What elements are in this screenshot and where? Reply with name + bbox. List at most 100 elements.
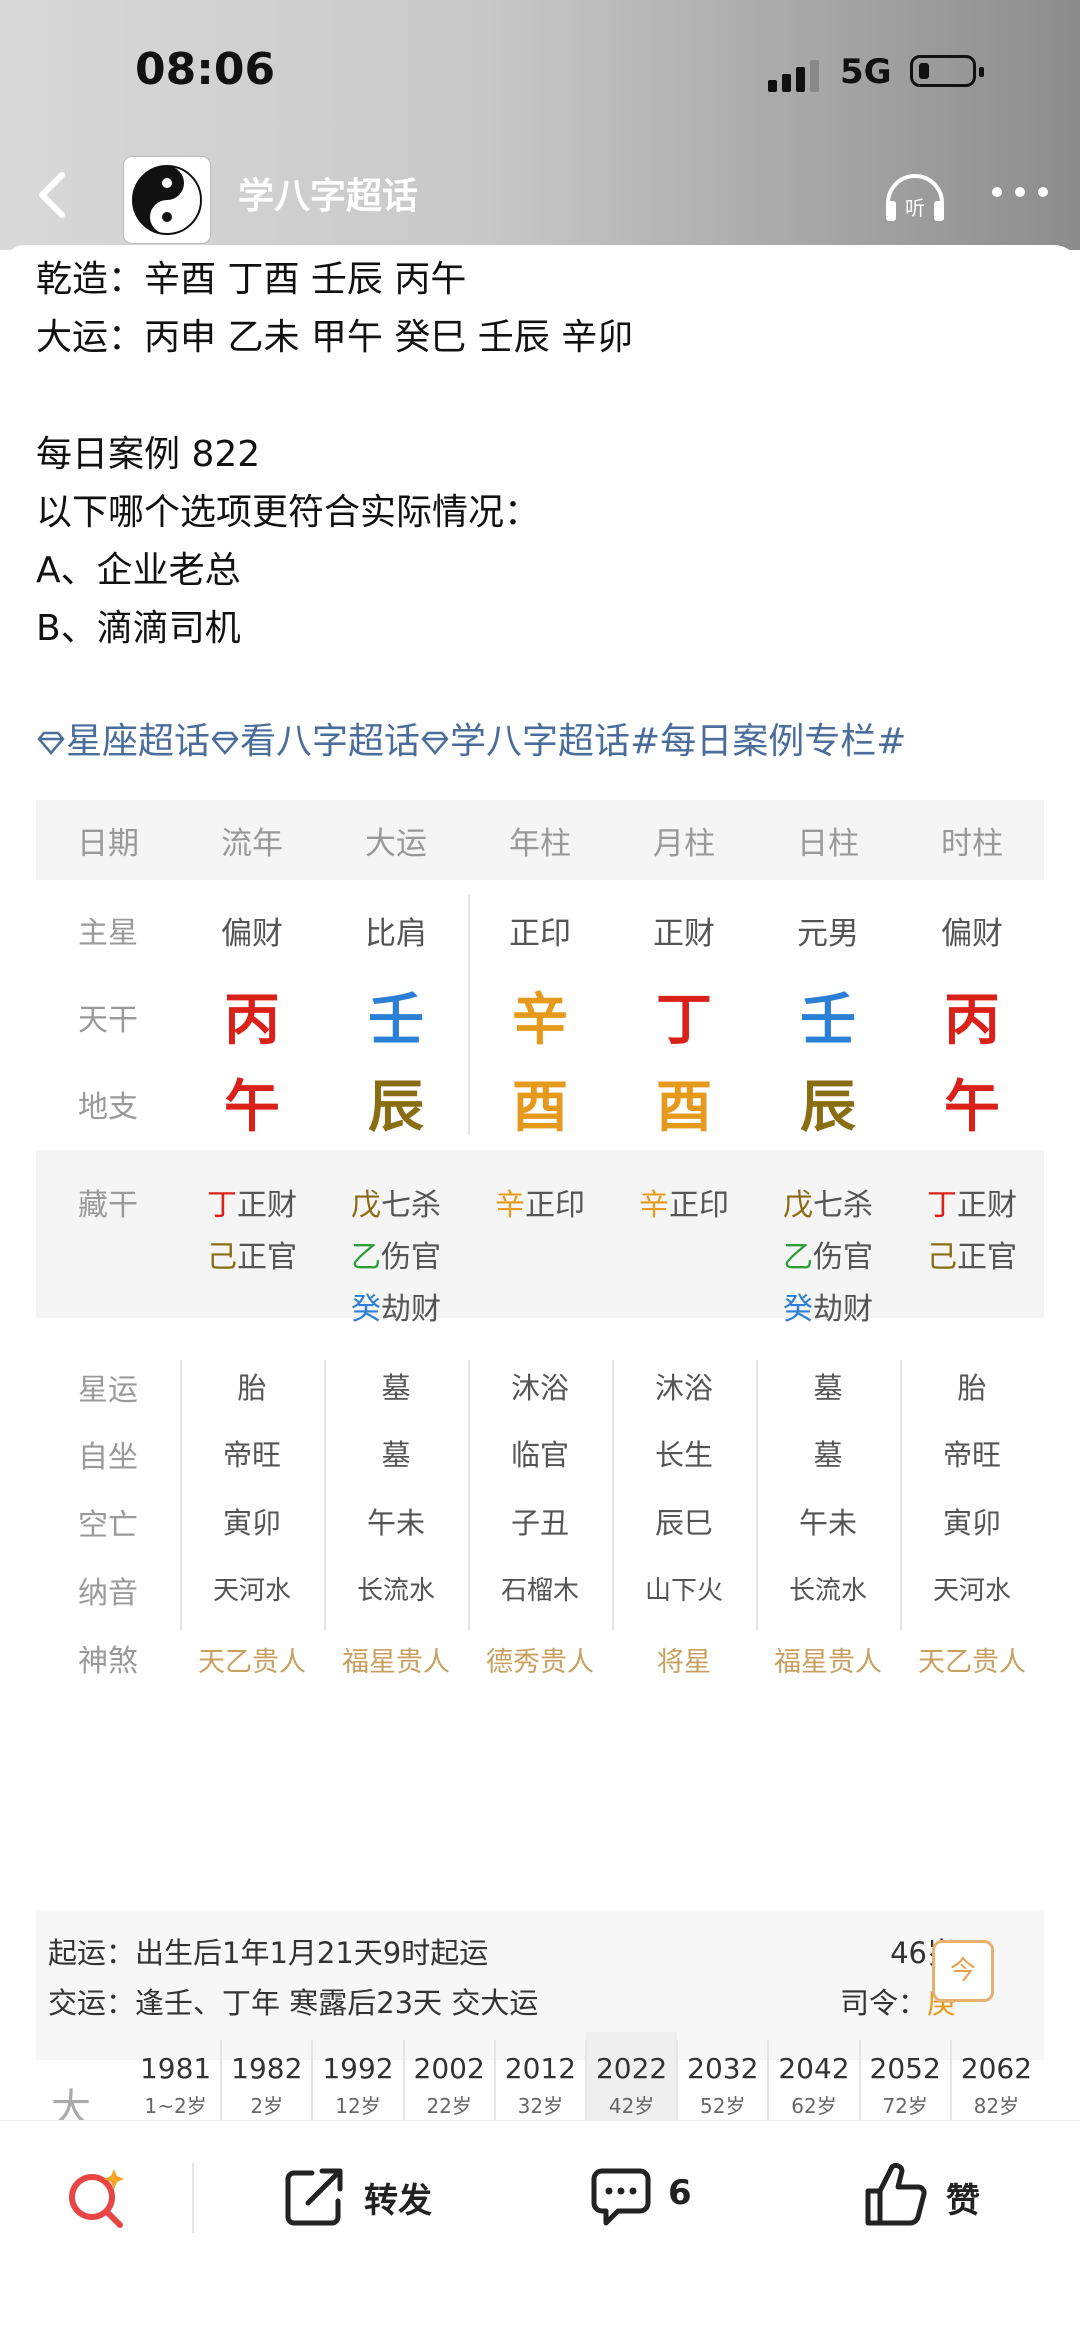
canggan-stem: 丁 (207, 1188, 237, 1223)
xingyun-cell: 胎 (237, 1371, 267, 1405)
today-calendar-icon[interactable]: 今 (932, 1940, 994, 2002)
comment-count[interactable]: 6 (668, 2173, 692, 2213)
dizhi-cell: 午 (944, 1075, 1000, 1140)
canggan-item: 辛正印 (612, 1180, 756, 1224)
canggan-shishen: 正财 (237, 1188, 297, 1223)
nayin-cell: 长流水 (356, 1576, 435, 1606)
canggan-stem: 戊 (351, 1188, 381, 1223)
zizuo-cell: 帝旺 (942, 1438, 1001, 1472)
search-ai-icon[interactable] (62, 2163, 132, 2233)
nayin-cell: 天河水 (212, 1576, 291, 1606)
like-label[interactable]: 赞 (946, 2173, 980, 2222)
yin-yang-icon (132, 165, 202, 235)
zizuo-cell: 临官 (510, 1438, 569, 1472)
diamond-icon (211, 731, 239, 755)
repost-label[interactable]: 转发 (364, 2173, 432, 2222)
bottom-action-bar: 转发 6 赞 (0, 2120, 1080, 2343)
post-line-dayun: 大运：丙申 乙未 甲午 癸巳 壬辰 辛卯 (36, 317, 634, 358)
dayun-year: 2032 (687, 2052, 759, 2085)
kongwang-cell: 子丑 (510, 1506, 569, 1540)
chart-header-5: 日柱 (797, 826, 859, 862)
back-icon[interactable] (28, 167, 78, 223)
dayun-year: 2022 (595, 2052, 668, 2085)
nav-bar: 学八字超话 听 (0, 145, 1080, 245)
column-divider (180, 1360, 182, 1630)
post-option-a: A、企业老总 (36, 550, 241, 591)
canggan-item: 戊七杀 (756, 1180, 900, 1224)
row-label-nayin: 纳音 (78, 1576, 138, 1611)
canggan-item: 癸劫财 (324, 1284, 468, 1328)
column-divider (468, 1360, 470, 1630)
tag-kanbazi[interactable]: 看八字超话 (240, 721, 420, 762)
canggan-item: 癸劫财 (756, 1284, 900, 1328)
dayun-age: 22岁 (426, 2094, 472, 2118)
dayun-age: 42岁 (608, 2094, 655, 2118)
row-label-zizuo: 自坐 (78, 1440, 138, 1475)
xingyun-cell: 沐浴 (510, 1371, 569, 1405)
zizuo-cell: 长生 (654, 1438, 713, 1472)
kongwang-cell: 午未 (798, 1506, 857, 1540)
canggan-shishen: 七杀 (381, 1188, 441, 1223)
canggan-stem: 乙 (351, 1240, 381, 1275)
dayun-year: 1981 (139, 2052, 212, 2085)
chart-header-3: 年柱 (509, 826, 571, 862)
dizhi-cell: 辰 (368, 1075, 424, 1140)
kongwang-cell: 寅卯 (222, 1506, 281, 1540)
dizhi-cell: 辰 (800, 1075, 856, 1140)
tag-xuebazi[interactable]: 学八字超话#每日案例专栏# (450, 721, 906, 762)
super-topic-title[interactable]: 学八字超话 (238, 167, 418, 219)
canggan-item: 戊七杀 (324, 1180, 468, 1224)
signal-icon (768, 58, 822, 92)
canggan-stem: 己 (927, 1240, 957, 1275)
column-divider (324, 1360, 326, 1630)
diamond-icon (37, 731, 65, 755)
chart-header-6: 时柱 (941, 826, 1003, 862)
canggan-shishen: 正官 (237, 1240, 297, 1275)
shensha-cell: 福星贵人 (774, 1647, 882, 1678)
canggan-shishen: 七杀 (813, 1188, 873, 1223)
kongwang-cell: 辰巳 (654, 1506, 713, 1540)
dayun-age: 32岁 (517, 2094, 564, 2118)
dayun-age: 2岁 (250, 2094, 284, 2118)
zhuxing-cell: 比肩 (365, 916, 427, 952)
shensha-cell: 福星贵人 (342, 1647, 450, 1678)
canggan-item: 乙伤官 (324, 1232, 468, 1276)
siling-text: 司令：庚 (786, 1980, 956, 2022)
canggan-shishen: 正印 (525, 1188, 585, 1223)
svg-text:听: 听 (905, 196, 925, 220)
canggan-shishen: 劫财 (381, 1292, 441, 1327)
dizhi-cell: 午 (224, 1075, 280, 1140)
repost-icon[interactable] (282, 2163, 348, 2229)
canggan-item: 辛正印 (468, 1180, 612, 1224)
zizuo-cell: 墓 (381, 1438, 411, 1472)
canggan-stem: 辛 (495, 1188, 525, 1223)
topic-tags: 星座超话 看八字超话 学八字超话#每日案例专栏# (36, 712, 906, 764)
dayun-age: 52岁 (700, 2094, 746, 2118)
column-divider (468, 895, 470, 1135)
canggan-shishen: 正官 (957, 1240, 1017, 1275)
dayun-age: 1~2岁 (144, 2094, 207, 2118)
tag-xingzuo[interactable]: 星座超话 (66, 721, 210, 762)
headphone-listen-icon[interactable]: 听 (880, 163, 950, 227)
status-time: 08:06 (135, 44, 276, 95)
canggan-item: 丁正财 (900, 1180, 1044, 1224)
row-label-canggan: 藏干 (78, 1188, 138, 1223)
more-icon[interactable] (985, 167, 1055, 217)
canggan-stem: 己 (207, 1240, 237, 1275)
dizhi-cell: 酉 (512, 1075, 568, 1140)
canggan-stem: 丁 (927, 1188, 957, 1223)
comment-icon[interactable] (588, 2163, 654, 2229)
battery-icon (910, 55, 984, 87)
dayun-age: 82岁 (973, 2094, 1020, 2118)
divider (192, 2163, 194, 2233)
like-thumb-icon[interactable] (862, 2161, 930, 2229)
row-label-zhuxing: 主星 (78, 916, 138, 951)
dayun-age: 12岁 (335, 2094, 381, 2118)
nayin-cell: 山下火 (644, 1576, 723, 1606)
avatar[interactable] (124, 157, 210, 243)
nayin-cell: 长流水 (788, 1576, 867, 1606)
shensha-cell: 德秀贵人 (486, 1647, 594, 1678)
canggan-stem: 辛 (639, 1188, 669, 1223)
zhuxing-cell: 正印 (509, 916, 571, 952)
canggan-item: 丁正财 (180, 1180, 324, 1224)
